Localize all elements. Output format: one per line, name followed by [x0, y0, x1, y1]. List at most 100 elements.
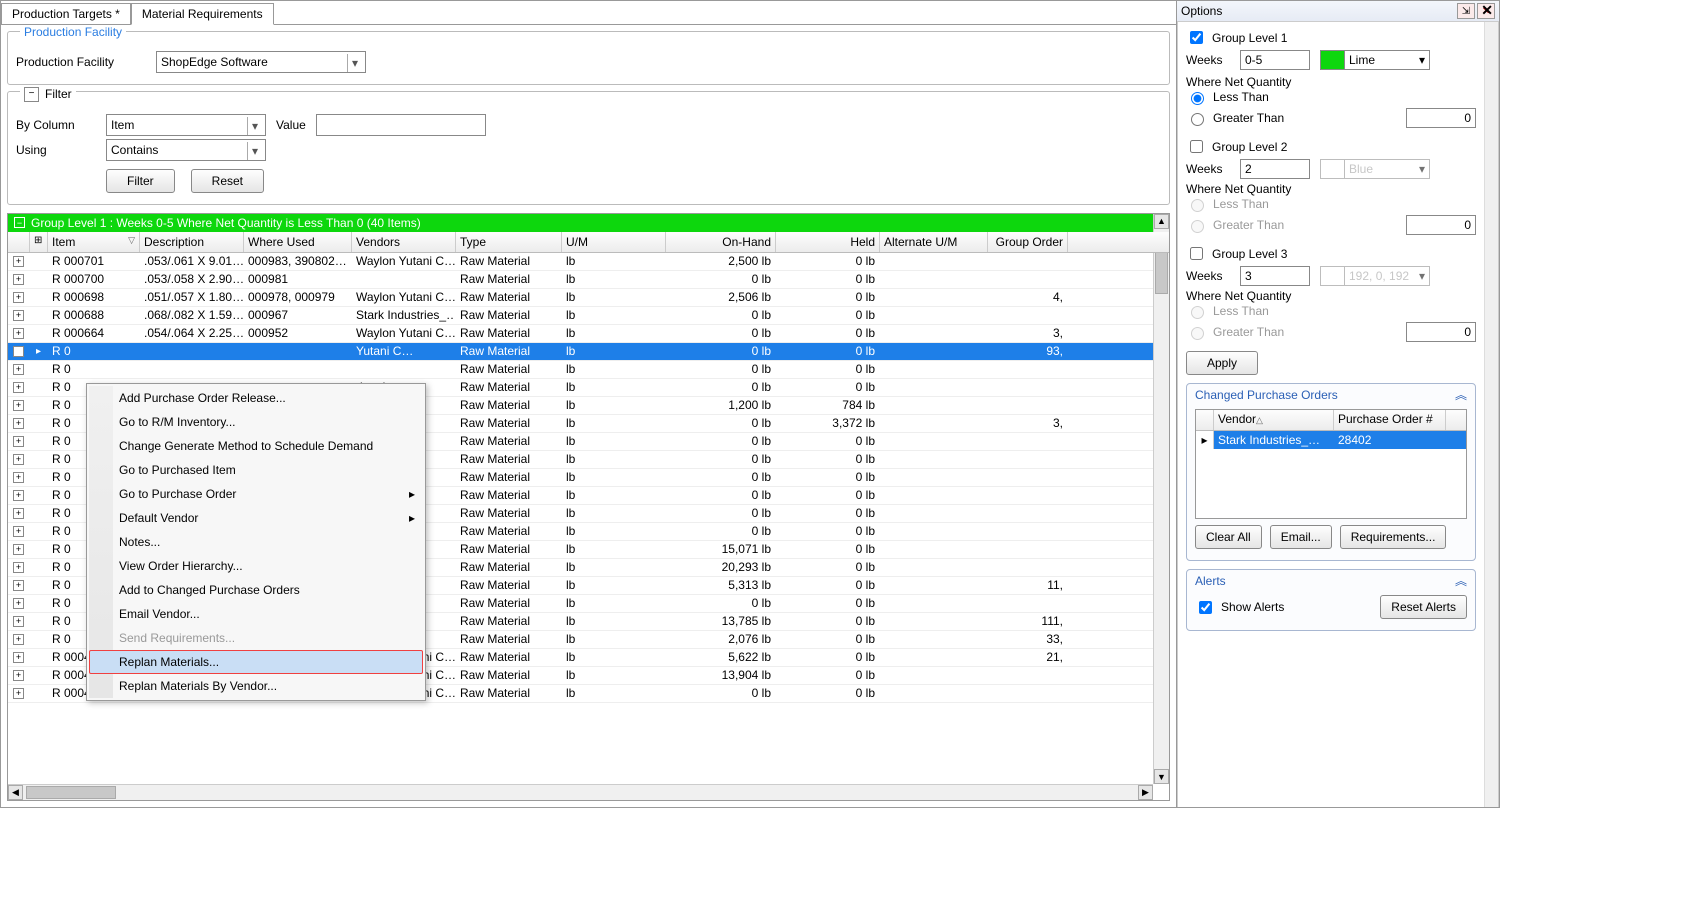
menu-item[interactable]: Go to Purchased Item — [89, 458, 423, 482]
column-description[interactable]: Description — [140, 232, 244, 252]
expand-row-icon[interactable]: + — [13, 490, 24, 501]
reset-button[interactable]: Reset — [191, 169, 264, 193]
table-row[interactable]: +R 0Raw Materiallb0 lb0 lb — [8, 361, 1169, 379]
expand-row-icon[interactable]: + — [13, 562, 24, 573]
by-column-select[interactable]: Item — [106, 114, 266, 136]
menu-item[interactable]: Notes... — [89, 530, 423, 554]
horizontal-scrollbar[interactable]: ◀ ▶ — [8, 784, 1153, 800]
group3-checkbox[interactable]: Group Level 3 — [1186, 244, 1476, 263]
scroll-down-icon[interactable]: ▼ — [1154, 769, 1169, 784]
group-header[interactable]: − Group Level 1 : Weeks 0-5 Where Net Qu… — [8, 214, 1169, 232]
apply-button[interactable]: Apply — [1186, 351, 1258, 375]
email-button[interactable]: Email... — [1270, 525, 1332, 549]
expand-row-icon[interactable]: + — [13, 256, 24, 267]
expand-row-icon[interactable]: + — [13, 292, 24, 303]
expand-row-icon[interactable]: + — [13, 472, 24, 483]
sg-col-po[interactable]: Purchase Order # — [1334, 410, 1446, 430]
tab-material-requirements[interactable]: Material Requirements — [131, 3, 274, 25]
menu-item[interactable]: Replan Materials... — [89, 650, 423, 674]
expand-row-icon[interactable]: + — [13, 616, 24, 627]
weeks3-input[interactable]: 3 — [1240, 266, 1310, 286]
table-row[interactable]: +R 000700.053/.058 X 2.90…000981Raw Mate… — [8, 271, 1169, 289]
weeks2-input[interactable]: 2 — [1240, 159, 1310, 179]
column-onhand[interactable]: On-Hand — [666, 232, 776, 252]
hscroll-thumb[interactable] — [26, 786, 116, 799]
clear-all-button[interactable]: Clear All — [1195, 525, 1262, 549]
menu-item[interactable]: Go to R/M Inventory... — [89, 410, 423, 434]
expand-row-icon[interactable]: + — [13, 310, 24, 321]
expand-row-icon[interactable]: + — [13, 508, 24, 519]
table-row[interactable]: +R 000698.051/.057 X 1.80…000978, 000979… — [8, 289, 1169, 307]
menu-item[interactable]: Email Vendor... — [89, 602, 423, 626]
table-row[interactable]: +R 000664.054/.064 X 2.25…000952Waylon Y… — [8, 325, 1169, 343]
expand-row-icon[interactable]: + — [13, 544, 24, 555]
column-group-order[interactable]: Group Order — [988, 232, 1068, 252]
column-vendors[interactable]: Vendors — [352, 232, 456, 252]
filter-collapse-icon[interactable]: − — [24, 87, 39, 102]
expand-row-icon[interactable]: + — [13, 274, 24, 285]
table-row[interactable]: +▸R 0Yutani C…Raw Materiallb0 lb0 lb93, — [8, 343, 1169, 361]
menu-item[interactable]: View Order Hierarchy... — [89, 554, 423, 578]
threshold3-input[interactable]: 0 — [1406, 322, 1476, 342]
expand-row-icon[interactable]: + — [13, 598, 24, 609]
color1-select[interactable]: Lime — [1320, 50, 1430, 70]
vertical-scrollbar[interactable]: ▲ ▼ — [1153, 214, 1169, 785]
column-item[interactable]: Item▽ — [48, 232, 140, 252]
scroll-up-icon[interactable]: ▲ — [1154, 214, 1169, 229]
filter-button[interactable]: Filter — [106, 169, 175, 193]
sg-row[interactable]: ▸ Stark Industries_… 28402 — [1196, 431, 1466, 449]
unpin-icon[interactable]: ⇲ — [1457, 3, 1475, 19]
using-select[interactable]: Contains — [106, 139, 266, 161]
threshold1-input[interactable]: 0 — [1406, 108, 1476, 128]
lessthan-radio-1[interactable]: Less Than — [1186, 89, 1476, 105]
tab-production-targets[interactable]: Production Targets — [1, 3, 131, 24]
menu-item[interactable]: Add to Changed Purchase Orders — [89, 578, 423, 602]
expand-row-icon[interactable]: + — [13, 418, 24, 429]
expand-row-icon[interactable]: + — [13, 364, 24, 375]
expand-row-icon[interactable]: + — [13, 400, 24, 411]
group2-checkbox[interactable]: Group Level 2 — [1186, 137, 1476, 156]
sg-col-vendor[interactable]: Vendor△ — [1214, 410, 1334, 430]
greaterthan-radio-1[interactable]: Greater Than — [1186, 110, 1284, 126]
alerts-header[interactable]: Alerts︽ — [1191, 570, 1471, 591]
facility-select[interactable]: ShopEdge Software — [156, 51, 366, 73]
show-alerts-checkbox[interactable]: Show Alerts — [1195, 598, 1284, 617]
table-row[interactable]: +R 000688.068/.082 X 1.59…000967Stark In… — [8, 307, 1169, 325]
group1-checkbox[interactable]: Group Level 1 — [1186, 28, 1476, 47]
threshold2-input[interactable]: 0 — [1406, 215, 1476, 235]
close-icon[interactable]: ✕ — [1481, 2, 1493, 19]
changed-po-grid[interactable]: Vendor△ Purchase Order # ▸ Stark Industr… — [1195, 409, 1467, 519]
scroll-right-icon[interactable]: ▶ — [1138, 785, 1153, 800]
menu-item[interactable]: Change Generate Method to Schedule Deman… — [89, 434, 423, 458]
expand-row-icon[interactable]: + — [13, 634, 24, 645]
changed-po-header[interactable]: Changed Purchase Orders︽ — [1191, 384, 1471, 405]
menu-item[interactable]: Add Purchase Order Release... — [89, 386, 423, 410]
expand-row-icon[interactable]: + — [13, 328, 24, 339]
expand-row-icon[interactable]: + — [13, 382, 24, 393]
scroll-left-icon[interactable]: ◀ — [8, 785, 23, 800]
group-collapse-icon[interactable]: − — [14, 217, 25, 228]
expand-row-icon[interactable]: + — [13, 580, 24, 591]
table-row[interactable]: +R 000701.053/.061 X 9.01…000983, 390802… — [8, 253, 1169, 271]
column-alt-um[interactable]: Alternate U/M — [880, 232, 988, 252]
expand-row-icon[interactable]: + — [13, 526, 24, 537]
reset-alerts-button[interactable]: Reset Alerts — [1380, 595, 1467, 619]
filter-value-input[interactable] — [316, 114, 486, 136]
expand-row-icon[interactable]: + — [13, 688, 24, 699]
side-scrollbar[interactable] — [1484, 22, 1498, 807]
menu-item[interactable]: Go to Purchase Order — [89, 482, 423, 506]
column-held[interactable]: Held — [776, 232, 880, 252]
expand-row-icon[interactable]: + — [13, 346, 24, 357]
menu-item[interactable]: Default Vendor — [89, 506, 423, 530]
expand-row-icon[interactable]: + — [13, 454, 24, 465]
expand-row-icon[interactable]: + — [13, 670, 24, 681]
column-type[interactable]: Type — [456, 232, 562, 252]
expand-row-icon[interactable]: + — [13, 436, 24, 447]
column-um[interactable]: U/M — [562, 232, 666, 252]
expand-row-icon[interactable]: + — [13, 652, 24, 663]
requirements-button[interactable]: Requirements... — [1340, 525, 1447, 549]
weeks1-input[interactable]: 0-5 — [1240, 50, 1310, 70]
menu-item[interactable]: Replan Materials By Vendor... — [89, 674, 423, 698]
column-where-used[interactable]: Where Used — [244, 232, 352, 252]
column-config[interactable]: ⊞ — [30, 232, 48, 252]
